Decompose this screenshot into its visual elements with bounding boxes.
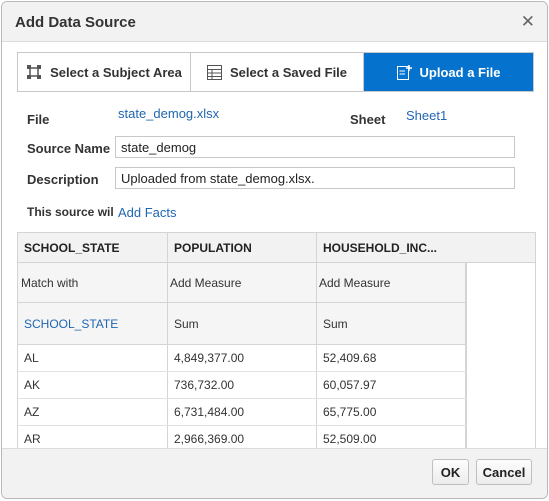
table-cell: 60,057.97 bbox=[317, 372, 466, 398]
table-cell: AL bbox=[18, 345, 168, 371]
match-row: Match with Add Measure Add Measure bbox=[18, 263, 466, 303]
tab-select-saved-file[interactable]: Select a Saved File bbox=[191, 53, 364, 91]
aggregation-row: SCHOOL_STATE Sum Sum bbox=[18, 303, 466, 345]
table-row: AK 736,732.00 60,057.97 bbox=[18, 372, 466, 399]
file-link[interactable]: state_demog.xlsx bbox=[118, 106, 219, 121]
saved-file-icon bbox=[206, 64, 222, 80]
dialog-body: Select a Subject Area Select a Saved Fil… bbox=[2, 42, 547, 448]
table-cell: 736,732.00 bbox=[168, 372, 317, 398]
tab-label: Upload a File bbox=[419, 64, 501, 80]
table-row: AR 2,966,369.00 52,509.00 bbox=[18, 426, 466, 448]
column-header[interactable]: HOUSEHOLD_INC... bbox=[317, 233, 466, 263]
table-cell: 52,509.00 bbox=[317, 426, 466, 448]
match-dropdown[interactable]: Add Measure bbox=[168, 263, 317, 302]
close-icon[interactable]: ✕ bbox=[521, 12, 535, 32]
dialog-footer: OK Cancel bbox=[2, 448, 547, 498]
table-cell: AZ bbox=[18, 399, 168, 425]
match-dropdown[interactable]: Add Measure bbox=[317, 263, 466, 302]
table-cell: 52,409.68 bbox=[317, 345, 466, 371]
subject-area-icon bbox=[26, 64, 42, 80]
file-label: File bbox=[27, 112, 50, 127]
tab-upload-file[interactable]: Upload a File bbox=[364, 53, 533, 91]
tab-select-subject-area[interactable]: Select a Subject Area bbox=[18, 53, 191, 91]
add-facts-link[interactable]: Add Facts bbox=[118, 205, 177, 220]
source-will-label: This source wil bbox=[27, 205, 114, 219]
description-input[interactable] bbox=[115, 167, 515, 189]
data-preview-grid: SCHOOL_STATE POPULATION HOUSEHOLD_INC...… bbox=[17, 232, 536, 448]
grid-divider bbox=[466, 263, 467, 448]
table-cell: AR bbox=[18, 426, 168, 448]
table-row: AZ 6,731,484.00 65,775.00 bbox=[18, 399, 466, 426]
dialog-titlebar: Add Data Source ✕ bbox=[2, 2, 547, 42]
match-label: Match with bbox=[18, 263, 168, 302]
table-cell: 2,966,369.00 bbox=[168, 426, 317, 448]
table-cell: 65,775.00 bbox=[317, 399, 466, 425]
aggregation-dropdown[interactable]: Sum bbox=[317, 303, 466, 344]
tab-label: Select a Subject Area bbox=[50, 64, 182, 80]
sheet-label: Sheet bbox=[350, 112, 386, 127]
column-header[interactable]: POPULATION bbox=[168, 233, 317, 263]
upload-file-icon bbox=[396, 64, 412, 80]
grid-header: SCHOOL_STATE POPULATION HOUSEHOLD_INC... bbox=[18, 232, 535, 263]
table-cell: 6,731,484.00 bbox=[168, 399, 317, 425]
source-type-tabs: Select a Subject Area Select a Saved Fil… bbox=[17, 52, 534, 92]
table-cell: AK bbox=[18, 372, 168, 398]
match-column-link[interactable]: SCHOOL_STATE bbox=[18, 303, 168, 344]
aggregation-dropdown[interactable]: Sum bbox=[168, 303, 317, 344]
sheet-link[interactable]: Sheet1 bbox=[406, 108, 447, 123]
table-row: AL 4,849,377.00 52,409.68 bbox=[18, 345, 466, 372]
description-label: Description bbox=[27, 172, 99, 187]
ok-button[interactable]: OK bbox=[432, 459, 469, 485]
source-name-input[interactable] bbox=[115, 136, 515, 158]
table-cell: 4,849,377.00 bbox=[168, 345, 317, 371]
tab-label: Select a Saved File bbox=[229, 64, 348, 80]
source-name-label: Source Name bbox=[27, 141, 111, 156]
dialog-title: Add Data Source bbox=[15, 14, 136, 31]
cancel-button[interactable]: Cancel bbox=[476, 459, 532, 485]
add-data-source-dialog: Add Data Source ✕ Select a Subject Area bbox=[1, 1, 548, 499]
column-header[interactable]: SCHOOL_STATE bbox=[18, 233, 168, 263]
